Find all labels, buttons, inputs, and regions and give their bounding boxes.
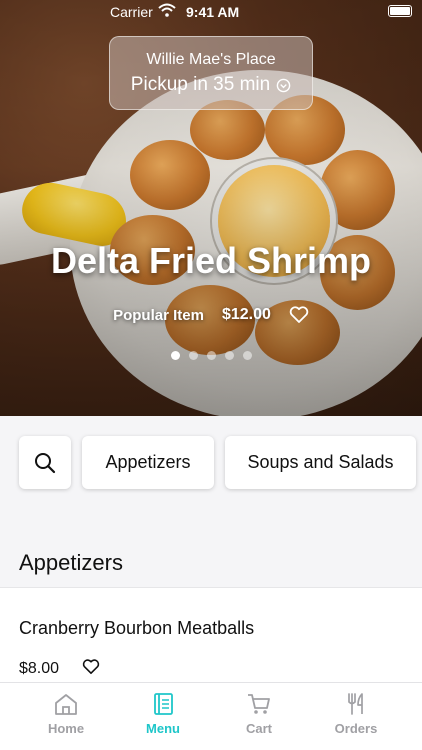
heart-icon[interactable] xyxy=(82,659,100,675)
tab-label: Home xyxy=(47,721,85,736)
popular-tag: Popular Item xyxy=(113,306,204,324)
tab-bar: Home Menu Cart Orders xyxy=(0,682,422,750)
orders-icon xyxy=(348,693,363,715)
search-icon xyxy=(35,452,56,473)
carousel-indicator[interactable] xyxy=(0,351,422,360)
cart-icon xyxy=(248,694,270,714)
search-button[interactable] xyxy=(19,436,71,489)
tab-label: Menu xyxy=(146,721,180,736)
tab-home[interactable]: Home xyxy=(26,691,106,736)
carousel-dot[interactable] xyxy=(206,351,216,360)
menu-icon xyxy=(154,693,173,715)
tab-label: Orders xyxy=(334,721,378,736)
restaurant-name: Willie Mae's Place xyxy=(146,51,276,68)
status-bar: Carrier 9:41 AM xyxy=(0,0,422,24)
clock: 9:41 AM xyxy=(186,4,240,20)
carrier-label: Carrier xyxy=(110,4,153,20)
hero-banner[interactable]: Carrier 9:41 AM Willie Mae's Place Picku… xyxy=(0,0,422,416)
home-icon xyxy=(55,694,77,715)
carousel-dot[interactable] xyxy=(224,351,234,360)
carousel-dot[interactable] xyxy=(242,351,252,360)
featured-item-meta: Popular Item $12.00 xyxy=(0,306,422,324)
wifi-icon xyxy=(158,3,176,17)
menu-item[interactable]: Cranberry Bourbon Meatballs $8.00 xyxy=(0,587,422,687)
category-bar: Appetizers Soups and Salads xyxy=(0,416,422,511)
chevron-down-circle-icon xyxy=(276,78,291,92)
pickup-time: Pickup in 35 min xyxy=(110,74,312,96)
carousel-dot[interactable] xyxy=(170,351,180,360)
tab-label: Cart xyxy=(245,721,272,736)
category-chip-soups-and-salads[interactable]: Soups and Salads xyxy=(225,436,416,489)
carousel-dot[interactable] xyxy=(188,351,198,360)
tab-cart[interactable]: Cart xyxy=(219,691,299,736)
location-selector[interactable]: Willie Mae's Place Pickup in 35 min xyxy=(109,36,313,110)
tab-orders[interactable]: Orders xyxy=(316,691,396,736)
menu-item-price: $8.00 xyxy=(19,660,60,677)
pickup-time-label: Pickup in 35 min xyxy=(130,74,271,95)
battery-icon xyxy=(388,5,412,17)
featured-item-title: Delta Fried Shrimp xyxy=(50,240,372,281)
category-chip-appetizers[interactable]: Appetizers xyxy=(82,436,214,489)
heart-icon[interactable] xyxy=(289,306,309,324)
section-title: Appetizers xyxy=(19,550,123,575)
menu-item-name: Cranberry Bourbon Meatballs xyxy=(19,618,255,638)
featured-item-price: $12.00 xyxy=(221,306,271,323)
tab-menu[interactable]: Menu xyxy=(123,691,203,736)
